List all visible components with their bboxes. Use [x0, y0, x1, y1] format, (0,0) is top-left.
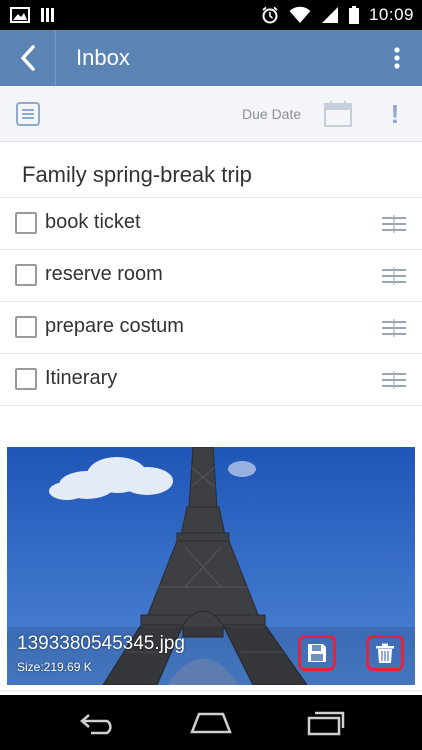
checklist-item: reserve room [0, 250, 422, 302]
checklist-item: prepare costum [0, 302, 422, 354]
trash-icon [376, 643, 394, 663]
app-bar: Inbox [0, 30, 422, 86]
checklist-item-label[interactable]: prepare costum [45, 315, 184, 338]
checklist-toggle-button[interactable] [14, 100, 42, 128]
system-nav-bar [0, 695, 422, 750]
due-date-label[interactable]: Due Date [242, 106, 301, 122]
nav-home-button[interactable] [186, 703, 236, 743]
image-icon [10, 7, 30, 23]
cell-signal-icon [321, 7, 338, 23]
checklist-item: book ticket [0, 198, 422, 250]
save-icon [308, 644, 326, 662]
save-attachment-button[interactable] [298, 635, 336, 671]
back-icon [80, 713, 112, 734]
drag-handle-icon[interactable] [380, 214, 408, 234]
checklist-item: Itinerary [0, 354, 422, 406]
calendar-icon [324, 101, 352, 127]
status-time: 10:09 [368, 5, 414, 24]
page-title: Inbox [76, 45, 130, 70]
chevron-left-icon [20, 45, 35, 71]
status-left [10, 7, 56, 23]
drag-handle-icon[interactable] [380, 318, 408, 338]
checkbox[interactable] [15, 316, 37, 338]
list-icon [16, 102, 40, 126]
delete-attachment-button[interactable] [366, 635, 404, 671]
checklist-item-label[interactable]: book ticket [45, 211, 141, 234]
checklist: book ticket reserve room prepare costum … [0, 198, 422, 406]
checkbox[interactable] [15, 264, 37, 286]
back-button[interactable] [0, 30, 56, 86]
status-bar: 10:09 [0, 0, 422, 30]
note-toolbar: Due Date ! [0, 86, 422, 142]
checkbox[interactable] [15, 212, 37, 234]
more-vertical-icon [394, 47, 400, 69]
divider [0, 690, 422, 691]
drag-handle-icon[interactable] [380, 370, 408, 390]
overflow-menu-button[interactable] [372, 30, 422, 86]
status-right: 10:09 [261, 5, 414, 25]
home-icon [190, 712, 232, 733]
signal-bars-icon [41, 8, 54, 22]
checkbox[interactable] [15, 368, 37, 390]
nav-recents-button[interactable] [300, 703, 350, 743]
checklist-item-label[interactable]: reserve room [45, 263, 163, 286]
due-date-button[interactable] [323, 100, 353, 128]
attachment-file-size: Size:219.69 K [17, 660, 92, 674]
alarm-icon [262, 6, 278, 24]
nav-back-button[interactable] [72, 703, 122, 743]
recents-icon [307, 711, 345, 735]
note-title[interactable]: Family spring-break trip [22, 162, 252, 188]
checklist-item-label[interactable]: Itinerary [45, 367, 117, 390]
drag-handle-icon[interactable] [380, 266, 408, 286]
wifi-icon [289, 6, 311, 23]
battery-icon [348, 6, 359, 24]
priority-button[interactable]: ! [384, 96, 406, 132]
attachment-file-name: 1393380545345.jpg [17, 633, 186, 654]
image-attachment[interactable]: 1393380545345.jpg Size:219.69 K [7, 447, 415, 685]
